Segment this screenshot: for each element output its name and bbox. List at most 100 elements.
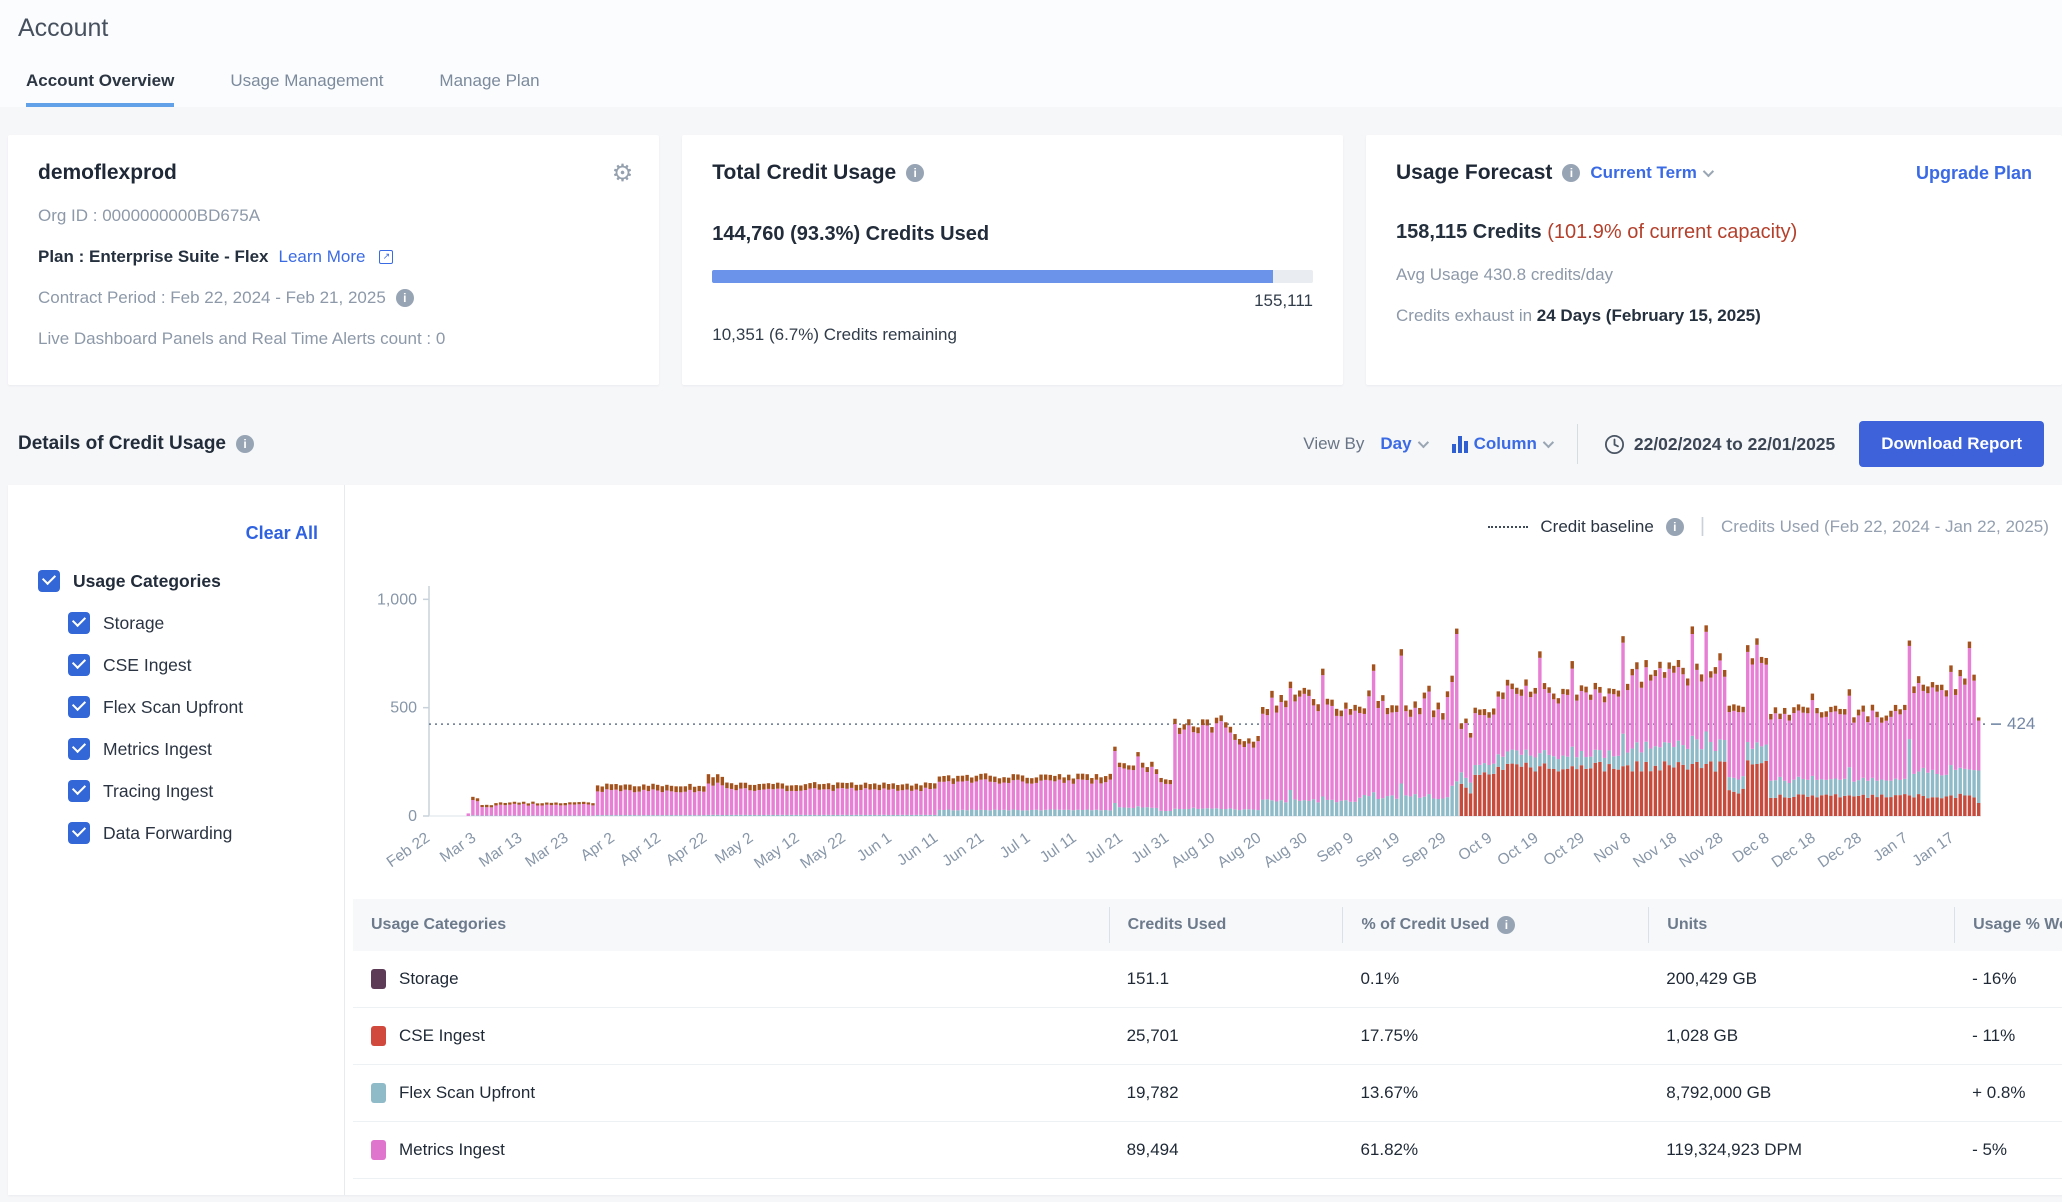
- col-usage-categories: Usage Categories: [353, 907, 1109, 943]
- filter-tracing-ingest[interactable]: Tracing Ingest: [68, 780, 318, 802]
- checkbox-icon[interactable]: [68, 696, 90, 718]
- contract-period: Contract Period : Feb 22, 2024 - Feb 21,…: [38, 288, 386, 308]
- svg-text:Apr 2: Apr 2: [578, 829, 618, 864]
- table-row-cse-ingest[interactable]: CSE Ingest 25,701 17.75% 1,028 GB - 11%: [353, 1008, 2062, 1065]
- dotted-line-icon: [1488, 526, 1528, 528]
- checkbox-icon[interactable]: [68, 612, 90, 634]
- credits-used-line: 144,760 (93.3%) Credits Used: [712, 223, 1313, 246]
- svg-text:Jan 17: Jan 17: [1909, 829, 1957, 870]
- svg-text:Dec 8: Dec 8: [1730, 829, 1773, 866]
- credit-card-title: Total Credit Usage: [712, 161, 896, 185]
- storage-color-swatch: [371, 969, 386, 989]
- date-range-picker[interactable]: 22/02/2024 to 22/01/2025: [1604, 434, 1835, 455]
- checkbox-icon[interactable]: [38, 570, 60, 592]
- org-name: demoflexprod: [38, 161, 629, 185]
- term-dropdown[interactable]: Current Term: [1590, 163, 1710, 183]
- table-row-flex-scan-upfront[interactable]: Flex Scan Upfront 19,782 13.67% 8,792,00…: [353, 1065, 2062, 1122]
- svg-text:Aug 30: Aug 30: [1261, 829, 1311, 871]
- details-toolbar: Details of Credit Usage i View By Day Co…: [0, 419, 2062, 469]
- clear-all-link[interactable]: Clear All: [38, 523, 318, 544]
- svg-text:Apr 22: Apr 22: [663, 829, 710, 869]
- info-icon[interactable]: i: [1497, 916, 1515, 934]
- view-by-dropdown[interactable]: Day: [1380, 434, 1425, 454]
- checkbox-icon[interactable]: [68, 738, 90, 760]
- filter-usage-categories[interactable]: Usage Categories: [38, 570, 318, 592]
- svg-text:Oct 9: Oct 9: [1455, 829, 1495, 864]
- info-icon[interactable]: i: [236, 435, 254, 453]
- credit-usage-chart[interactable]: 05001,000424Feb 22Mar 3Mar 13Mar 23Apr 2…: [345, 544, 2045, 889]
- download-report-button[interactable]: Download Report: [1859, 421, 2044, 467]
- checkbox-icon[interactable]: [68, 822, 90, 844]
- page-header: Account: [0, 0, 2062, 43]
- filter-flex-scan-upfront[interactable]: Flex Scan Upfront: [68, 696, 318, 718]
- svg-text:Jan 7: Jan 7: [1870, 829, 1911, 865]
- forecast-title: Usage Forecast: [1396, 161, 1552, 185]
- credit-capacity: 155,111: [712, 291, 1313, 311]
- upgrade-plan-link[interactable]: Upgrade Plan: [1916, 163, 2032, 184]
- svg-text:Jul 21: Jul 21: [1082, 829, 1126, 867]
- svg-text:Aug 20: Aug 20: [1214, 829, 1264, 871]
- forecast-credits: 158,115 Credits: [1396, 221, 1542, 243]
- filter-cse-ingest[interactable]: CSE Ingest: [68, 654, 318, 676]
- svg-text:Apr 12: Apr 12: [617, 829, 664, 869]
- svg-text:Nov 8: Nov 8: [1591, 829, 1634, 866]
- info-icon[interactable]: i: [1666, 518, 1684, 536]
- gear-icon[interactable]: ⚙: [612, 159, 634, 188]
- tab-account-overview[interactable]: Account Overview: [26, 71, 174, 107]
- svg-text:500: 500: [390, 700, 417, 717]
- svg-text:May 22: May 22: [797, 829, 848, 872]
- svg-text:Jun 21: Jun 21: [939, 829, 987, 870]
- svg-text:Nov 28: Nov 28: [1676, 829, 1726, 871]
- column-chart-icon: [1452, 435, 1468, 453]
- tab-usage-management[interactable]: Usage Management: [230, 71, 383, 107]
- svg-text:Mar 23: Mar 23: [522, 829, 571, 871]
- avg-usage: Avg Usage 430.8 credits/day: [1396, 265, 2032, 285]
- svg-text:Jul 31: Jul 31: [1128, 829, 1172, 867]
- svg-text:May 12: May 12: [751, 829, 802, 872]
- credit-usage-panel: Clear All Usage Categories Storage CSE I…: [8, 485, 2062, 1195]
- chart-type-dropdown[interactable]: Column: [1442, 434, 1551, 454]
- col-units: Units: [1648, 907, 1954, 943]
- filter-data-forwarding[interactable]: Data Forwarding: [68, 822, 318, 844]
- total-credit-usage-card: Total Credit Usage i 144,760 (93.3%) Cre…: [682, 135, 1343, 385]
- svg-text:Dec 18: Dec 18: [1769, 829, 1819, 871]
- cse-ingest-color-swatch: [371, 1026, 386, 1046]
- checkbox-icon[interactable]: [68, 780, 90, 802]
- filter-metrics-ingest[interactable]: Metrics Ingest: [68, 738, 318, 760]
- learn-more-link[interactable]: Learn More: [279, 247, 366, 267]
- exhaust-prefix: Credits exhaust in: [1396, 306, 1537, 325]
- svg-text:Sep 29: Sep 29: [1399, 829, 1449, 871]
- details-title: Details of Credit Usage: [18, 433, 226, 455]
- tab-manage-plan[interactable]: Manage Plan: [439, 71, 539, 107]
- usage-table-header: Usage Categories Credits Used % of Credi…: [353, 899, 2062, 951]
- org-id: Org ID : 0000000000BD675A: [38, 206, 629, 226]
- metrics-ingest-color-swatch: [371, 1140, 386, 1160]
- series-legend-label: Credits Used (Feb 22, 2024 - Jan 22, 202…: [1721, 517, 2049, 537]
- credits-remaining-line: 10,351 (6.7%) Credits remaining: [712, 325, 1313, 345]
- credit-progress-fill: [712, 270, 1273, 283]
- svg-text:Dec 28: Dec 28: [1815, 829, 1865, 871]
- credit-progress-track: [712, 270, 1313, 283]
- filter-sidebar: Clear All Usage Categories Storage CSE I…: [8, 485, 345, 1195]
- summary-cards: demoflexprod ⚙ Org ID : 0000000000BD675A…: [0, 107, 2062, 385]
- col-usage-wow: Usage % WoW: [1954, 907, 2062, 943]
- checkbox-icon[interactable]: [68, 654, 90, 676]
- table-row-storage[interactable]: Storage 151.1 0.1% 200,429 GB - 16%: [353, 951, 2062, 1008]
- exhaust-date: 24 Days (February 15, 2025): [1537, 306, 1761, 325]
- org-card: demoflexprod ⚙ Org ID : 0000000000BD675A…: [8, 135, 659, 385]
- divider: [1577, 424, 1578, 464]
- filter-storage[interactable]: Storage: [68, 612, 318, 634]
- table-row-metrics-ingest[interactable]: Metrics Ingest 89,494 61.82% 119,324,923…: [353, 1122, 2062, 1179]
- chart-legend: Credit baseline i | Credits Used (Feb 22…: [345, 515, 2062, 538]
- chevron-down-icon: [1543, 437, 1554, 448]
- usage-forecast-card: Usage Forecast i Current Term Upgrade Pl…: [1366, 135, 2062, 385]
- svg-text:Jun 11: Jun 11: [894, 829, 941, 869]
- svg-text:Jun 1: Jun 1: [854, 829, 895, 865]
- info-icon[interactable]: i: [1562, 164, 1580, 182]
- info-icon[interactable]: i: [396, 289, 414, 307]
- info-icon[interactable]: i: [906, 164, 924, 182]
- svg-text:Jul 11: Jul 11: [1037, 829, 1080, 866]
- svg-text:1,000: 1,000: [377, 591, 417, 608]
- tab-bar: Account Overview Usage Management Manage…: [0, 43, 2062, 107]
- usage-table: Usage Categories Credits Used % of Credi…: [353, 899, 2062, 1179]
